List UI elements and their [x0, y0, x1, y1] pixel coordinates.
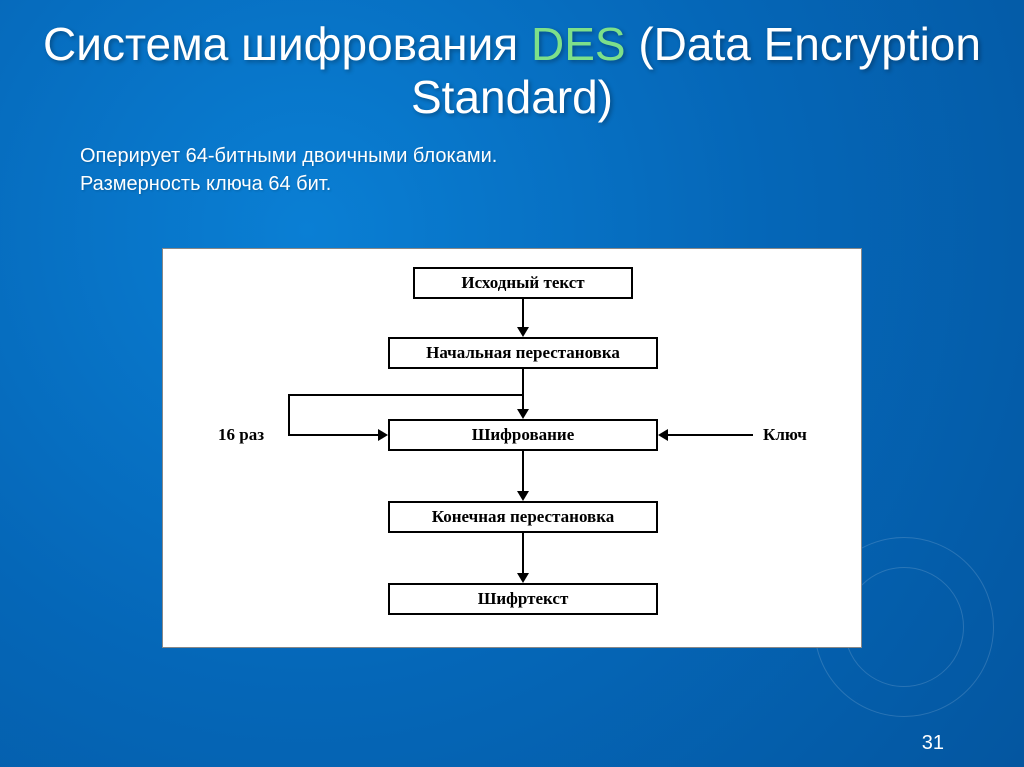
box-initial-permutation: Начальная перестановка	[388, 337, 658, 369]
loop-line	[288, 394, 522, 396]
box-final-permutation: Конечная перестановка	[388, 501, 658, 533]
arrow	[522, 369, 524, 409]
arrow	[522, 533, 524, 573]
subtitle-line1: Оперирует 64-битными двоичными блоками.	[80, 142, 944, 170]
loop-line	[288, 434, 378, 436]
arrow	[522, 299, 524, 327]
des-flowchart: Исходный текст Начальная перестановка Ши…	[162, 248, 862, 648]
label-iterations: 16 раз	[218, 425, 264, 445]
box-source-text: Исходный текст	[413, 267, 633, 299]
arrow-head-icon	[658, 429, 668, 441]
title-part1: Система шифрования	[43, 18, 531, 70]
label-key: Ключ	[763, 425, 807, 445]
arrow	[522, 451, 524, 491]
arrow-head-icon	[517, 409, 529, 419]
arrow-head-icon	[517, 573, 529, 583]
title-accent: DES	[531, 18, 626, 70]
arrow-head-icon	[517, 491, 529, 501]
slide-subtitle: Оперирует 64-битными двоичными блоками. …	[0, 132, 1024, 198]
loop-line	[288, 394, 290, 434]
box-ciphertext: Шифртекст	[388, 583, 658, 615]
box-encryption: Шифрование	[388, 419, 658, 451]
subtitle-line2: Размерность ключа 64 бит.	[80, 170, 944, 198]
slide-title: Система шифрования DES (Data Encryption …	[0, 0, 1024, 132]
arrow-head-icon	[517, 327, 529, 337]
page-number: 31	[922, 732, 944, 755]
key-line	[668, 434, 753, 436]
arrow-head-icon	[378, 429, 388, 441]
